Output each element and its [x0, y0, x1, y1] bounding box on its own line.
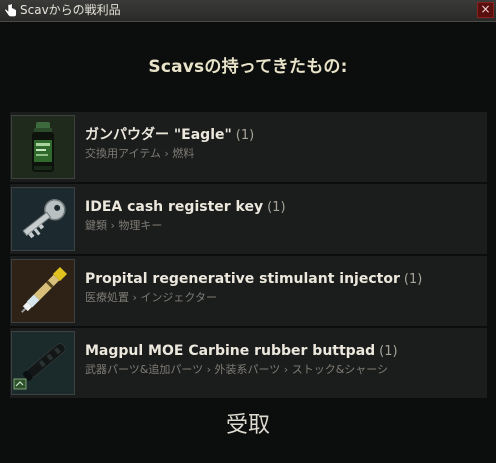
- injector-icon: [11, 259, 75, 323]
- window-title: Scavからの戦利品: [20, 3, 121, 17]
- loot-item[interactable]: ガンパウダー "Eagle" (1) 交換用アイテム › 燃料: [10, 112, 487, 182]
- item-name-text: Propital regenerative stimulant injector: [85, 271, 400, 287]
- receive-button[interactable]: 受取: [0, 412, 496, 440]
- loot-window: Scavからの戦利品 × Scavsの持ってきたもの: ガンパウダー "Eagl…: [0, 0, 496, 463]
- item-category: 医療処置 › インジェクター: [85, 291, 217, 304]
- key-icon: [11, 187, 75, 251]
- loot-heading: Scavsの持ってきたもの:: [148, 57, 348, 77]
- item-name-text: IDEA cash register key: [85, 199, 264, 215]
- item-category: 武器パーツ&追加パーツ › 外装系パーツ › ストック&シャーシ: [85, 363, 389, 376]
- gunpowder-can-icon: [11, 115, 75, 179]
- close-button[interactable]: ×: [477, 2, 494, 18]
- title-bar[interactable]: Scavからの戦利品 ×: [0, 0, 496, 22]
- item-name: IDEA cash register key (1): [85, 198, 286, 217]
- buttpad-icon: [11, 331, 75, 395]
- item-count: (1): [267, 200, 286, 215]
- loot-item[interactable]: Propital regenerative stimulant injector…: [10, 256, 487, 326]
- item-category: 交換用アイテム › 燃料: [85, 147, 195, 160]
- item-count: (1): [379, 344, 398, 359]
- item-name-text: ガンパウダー "Eagle": [85, 127, 232, 143]
- item-category: 鍵類 › 物理キー: [85, 219, 163, 232]
- item-name: Magpul MOE Carbine rubber buttpad (1): [85, 342, 398, 361]
- item-count: (1): [403, 272, 423, 287]
- loot-item[interactable]: Magpul MOE Carbine rubber buttpad (1) 武器パ…: [10, 328, 487, 398]
- item-name-text: Magpul MOE Carbine rubber buttpad: [85, 343, 376, 359]
- hand-cursor-icon: [4, 3, 18, 18]
- item-count: (1): [235, 128, 255, 143]
- item-name: ガンパウダー "Eagle" (1): [85, 126, 254, 145]
- loot-item[interactable]: IDEA cash register key (1) 鍵類 › 物理キー: [10, 184, 487, 254]
- item-name: Propital regenerative stimulant injector…: [85, 270, 422, 289]
